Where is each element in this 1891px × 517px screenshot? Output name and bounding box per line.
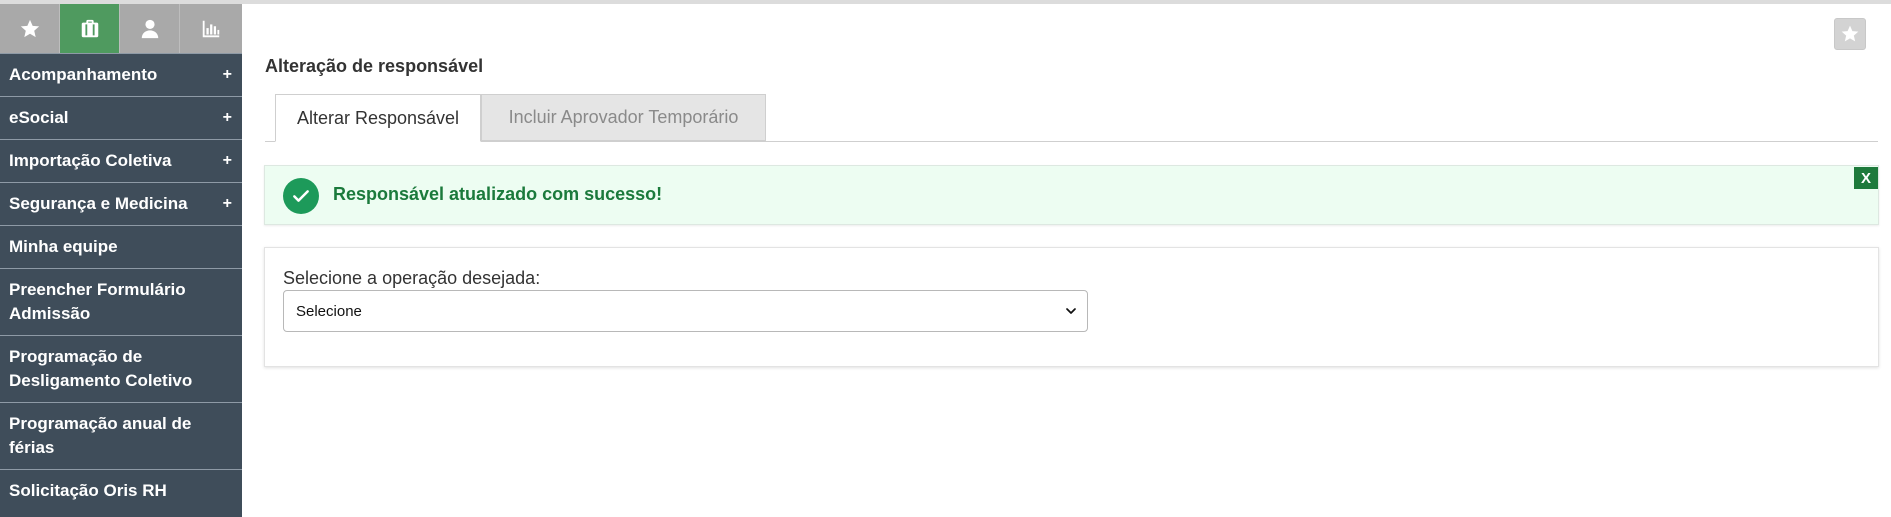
sidebar-item-programacao-desligamento[interactable]: Programação de Desligamento Coletivo — [0, 335, 242, 402]
tab-incluir-aprovador-temporario[interactable]: Incluir Aprovador Temporário — [481, 94, 766, 141]
tab-alterar-responsavel[interactable]: Alterar Responsável — [275, 94, 481, 142]
sidebar-item-label: Solicitação Oris RH — [9, 481, 167, 500]
sidebar-item-minha-equipe[interactable]: Minha equipe — [0, 225, 242, 268]
reports-tab-button[interactable] — [180, 4, 242, 53]
sidebar-item-esocial[interactable]: eSocial + — [0, 96, 242, 139]
sidebar-item-label: Importação Coletiva — [9, 151, 172, 170]
user-icon — [141, 19, 158, 38]
top-border — [0, 0, 1891, 4]
favorites-tab-button[interactable] — [0, 4, 60, 53]
sidebar-item-label: eSocial — [9, 108, 69, 127]
expand-icon: + — [222, 152, 232, 169]
sidebar-item-preencher-formulario[interactable]: Preencher Formulário Admissão — [0, 268, 242, 335]
expand-icon: + — [222, 109, 232, 126]
sidebar-item-seguranca-medicina[interactable]: Segurança e Medicina + — [0, 182, 242, 225]
sidebar-item-label: Segurança e Medicina — [9, 194, 188, 213]
tab-bar: Alterar Responsável Incluir Aprovador Te… — [265, 94, 1878, 142]
bar-chart-icon — [202, 20, 220, 37]
sidebar-item-importacao-coletiva[interactable]: Importação Coletiva + — [0, 139, 242, 182]
star-icon — [20, 19, 39, 37]
alert-message: Responsável atualizado com sucesso! — [333, 184, 663, 204]
sidebar-menu: Acompanhamento + eSocial + Importação Co… — [0, 53, 242, 512]
sidebar-icon-bar — [0, 4, 242, 53]
success-alert: Responsável atualizado com sucesso! X — [264, 165, 1879, 225]
operation-label: Selecione a operação desejada: — [283, 268, 541, 288]
check-circle-icon — [283, 178, 319, 214]
sidebar-item-label: Preencher Formulário Admissão — [9, 280, 186, 323]
expand-icon: + — [222, 66, 232, 83]
sidebar-item-programacao-ferias[interactable]: Programação anual de férias — [0, 402, 242, 469]
star-icon — [1841, 25, 1859, 42]
operation-select[interactable]: Selecione — [283, 290, 1088, 332]
expand-icon: + — [222, 195, 232, 212]
sidebar-item-solicitacao-oris[interactable]: Solicitação Oris RH — [0, 469, 242, 512]
chevron-down-icon — [1066, 308, 1076, 314]
briefcase-tab-button[interactable] — [60, 4, 120, 53]
operation-panel: Selecione a operação desejada: Selecione — [264, 247, 1879, 367]
sidebar-item-acompanhamento[interactable]: Acompanhamento + — [0, 53, 242, 96]
briefcase-icon — [81, 19, 98, 37]
select-value: Selecione — [296, 302, 362, 320]
sidebar-item-label: Programação de Desligamento Coletivo — [9, 347, 193, 390]
page-title: Alteração de responsável — [265, 56, 484, 76]
sidebar-item-label: Programação anual de férias — [9, 414, 192, 457]
sidebar-item-label: Acompanhamento — [9, 65, 158, 84]
sidebar-item-label: Minha equipe — [9, 237, 118, 256]
sidebar: Acompanhamento + eSocial + Importação Co… — [0, 4, 242, 517]
user-tab-button[interactable] — [120, 4, 180, 53]
close-alert-button[interactable]: X — [1854, 167, 1878, 189]
favorite-button[interactable] — [1834, 18, 1866, 50]
